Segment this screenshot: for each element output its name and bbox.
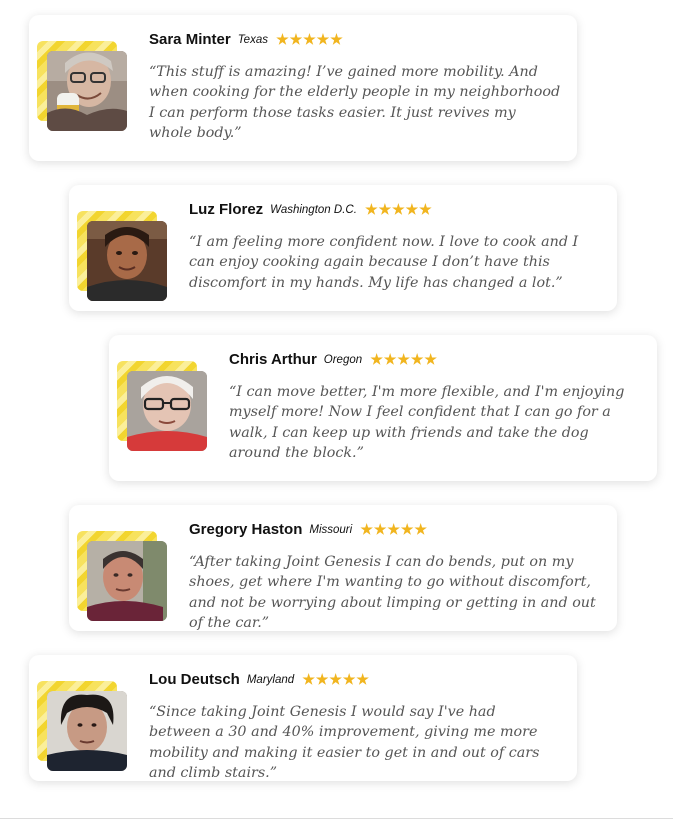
star-icon (424, 353, 437, 365)
customer-name: Chris Arthur (229, 351, 317, 368)
testimonial-card: Gregory Haston Missouri “After taking Jo… (69, 505, 617, 631)
star-rating (276, 33, 344, 46)
star-icon (330, 33, 343, 45)
customer-location: Oregon (323, 353, 363, 366)
star-icon (419, 203, 432, 215)
customer-name: Luz Florez (189, 201, 264, 218)
customer-location: Maryland (246, 673, 295, 686)
testimonial-header: Gregory Haston Missouri (189, 521, 428, 538)
customer-photo (37, 681, 129, 773)
star-icon (378, 203, 392, 215)
testimonial-card: Chris Arthur Oregon “I can move better, … (109, 335, 657, 481)
testimonial-quote: “This stuff is amazing! I’ve gained more… (149, 64, 561, 141)
testimonial-card: Luz Florez Washington D.C. “I am feeling… (69, 185, 617, 311)
customer-location: Washington D.C. (270, 203, 357, 216)
testimonial-header: Sara Minter Texas (149, 31, 343, 48)
star-icon (302, 673, 315, 685)
testimonial-quote: “Since taking Joint Genesis I would say … (149, 704, 540, 781)
star-rating (302, 673, 370, 686)
avatar (87, 221, 167, 301)
star-rating (365, 203, 433, 216)
customer-location: Texas (237, 33, 268, 46)
customer-name: Sara Minter (149, 31, 231, 48)
star-icon (387, 523, 400, 535)
star-icon (365, 203, 378, 215)
star-icon (410, 353, 424, 365)
testimonial-quote: “I can move better, I'm more flexible, a… (229, 384, 625, 461)
star-icon (276, 33, 289, 45)
testimonial-header: Luz Florez Washington D.C. (189, 201, 432, 218)
customer-name: Gregory Haston (189, 521, 303, 538)
avatar (47, 691, 127, 771)
customer-location: Missouri (309, 523, 353, 536)
star-icon (414, 523, 427, 535)
star-icon (303, 33, 316, 45)
star-rating (370, 353, 438, 366)
star-icon (373, 523, 387, 535)
star-icon (392, 203, 405, 215)
customer-photo (117, 361, 209, 453)
testimonial-quote: “I am feeling more confident now. I love… (189, 234, 579, 291)
star-icon (400, 523, 414, 535)
star-icon (356, 673, 369, 685)
customer-name: Lou Deutsch (149, 671, 240, 688)
customer-photo (37, 41, 129, 133)
star-icon (342, 673, 356, 685)
section-divider (0, 818, 673, 819)
customer-photo (77, 211, 169, 303)
customer-photo (77, 531, 169, 623)
star-icon (329, 673, 342, 685)
testimonial-header: Lou Deutsch Maryland (149, 671, 370, 688)
avatar (87, 541, 167, 621)
star-icon (289, 33, 303, 45)
testimonial-quote: “After taking Joint Genesis I can do ben… (189, 554, 596, 631)
avatar (127, 371, 207, 451)
testimonial-card: Sara Minter Texas “This stuff is amazing… (29, 15, 577, 161)
testimonial-header: Chris Arthur Oregon (229, 351, 438, 368)
star-icon (360, 523, 373, 535)
star-icon (316, 33, 330, 45)
star-rating (360, 523, 428, 536)
star-icon (383, 353, 397, 365)
star-icon (370, 353, 383, 365)
star-icon (405, 203, 419, 215)
star-icon (315, 673, 329, 685)
star-icon (397, 353, 410, 365)
testimonial-card: Lou Deutsch Maryland “Since taking Joint… (29, 655, 577, 781)
avatar (47, 51, 127, 131)
